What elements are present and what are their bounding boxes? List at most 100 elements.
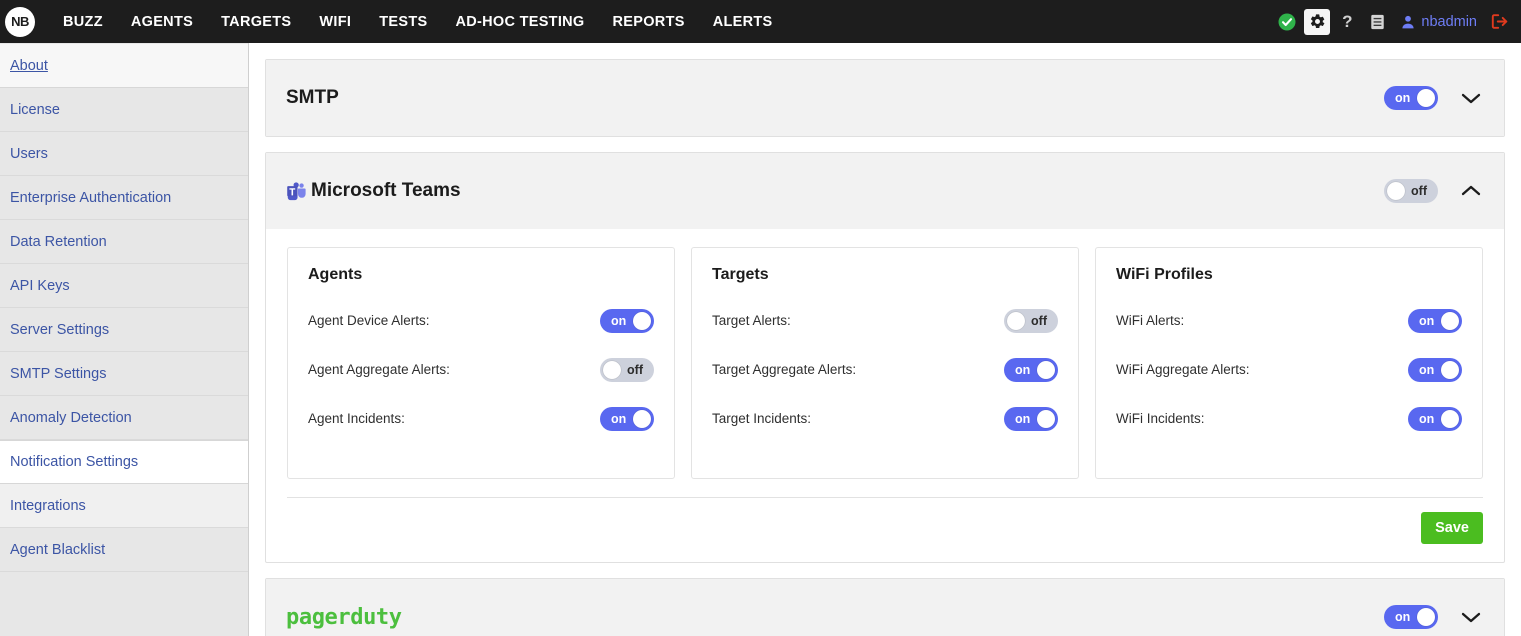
setting-row-wifi-alerts: WiFi Alerts: on bbox=[1116, 296, 1462, 345]
target-aggregate-alerts-toggle[interactable]: on bbox=[1004, 357, 1058, 382]
wifi-aggregate-alerts-toggle[interactable]: on bbox=[1408, 357, 1462, 382]
user-menu[interactable]: nbadmin bbox=[1394, 12, 1483, 32]
toggle-label: off bbox=[627, 362, 643, 377]
sidebar-item-label: Users bbox=[10, 145, 48, 162]
nav-links: BUZZ AGENTS TARGETS WIFI TESTS AD-HOC TE… bbox=[49, 2, 787, 42]
logout-icon[interactable] bbox=[1487, 9, 1513, 35]
nav-link-wifi[interactable]: WIFI bbox=[305, 2, 365, 42]
setting-row-target-aggregate-alerts: Target Aggregate Alerts: on bbox=[712, 345, 1058, 394]
agent-device-alerts-toggle[interactable]: on bbox=[600, 308, 654, 333]
sidebar-item-label: SMTP Settings bbox=[10, 365, 107, 382]
card-targets: Targets Target Alerts: off Target Aggreg… bbox=[691, 247, 1079, 479]
target-incidents-toggle[interactable]: on bbox=[1004, 406, 1058, 431]
teams-enable-toggle[interactable]: off bbox=[1384, 179, 1438, 203]
sidebar-item-enterprise-authentication[interactable]: Enterprise Authentication bbox=[0, 176, 248, 220]
panel-pagerduty-controls: on bbox=[1384, 605, 1482, 629]
status-check-icon[interactable] bbox=[1274, 9, 1300, 35]
sidebar-item-label: Data Retention bbox=[10, 233, 107, 250]
sidebar-item-integrations[interactable]: Integrations bbox=[0, 484, 248, 528]
agent-aggregate-alerts-toggle[interactable]: off bbox=[600, 357, 654, 382]
toggle-label: on bbox=[1015, 411, 1031, 426]
save-button[interactable]: Save bbox=[1421, 512, 1483, 544]
toggle-knob bbox=[603, 360, 621, 379]
sidebar-item-label: Integrations bbox=[10, 497, 86, 514]
smtp-enable-toggle[interactable]: on bbox=[1384, 86, 1438, 110]
setting-label: Target Aggregate Alerts: bbox=[712, 362, 857, 377]
smtp-enable-toggle-label: on bbox=[1395, 91, 1411, 105]
chevron-up-icon[interactable] bbox=[1460, 184, 1482, 198]
sidebar-item-label: Server Settings bbox=[10, 321, 110, 338]
pagerduty-logo: pagerduty bbox=[286, 604, 402, 630]
agent-incidents-toggle[interactable]: on bbox=[600, 406, 654, 431]
nav-link-ad-hoc-testing[interactable]: AD-HOC TESTING bbox=[441, 2, 598, 42]
panel-smtp-controls: on bbox=[1384, 86, 1482, 110]
sidebar-item-api-keys[interactable]: API Keys bbox=[0, 264, 248, 308]
sidebar-item-smtp-settings[interactable]: SMTP Settings bbox=[0, 352, 248, 396]
setting-label: WiFi Aggregate Alerts: bbox=[1116, 362, 1250, 377]
toggle-label: on bbox=[1419, 362, 1435, 377]
target-alerts-toggle[interactable]: off bbox=[1004, 308, 1058, 333]
pagerduty-enable-toggle[interactable]: on bbox=[1384, 605, 1438, 629]
setting-row-agent-incidents: Agent Incidents: on bbox=[308, 394, 654, 443]
sidebar-item-anomaly-detection[interactable]: Anomaly Detection bbox=[0, 396, 248, 440]
toggle-knob bbox=[1037, 409, 1055, 428]
toggle-label: on bbox=[1419, 313, 1435, 328]
setting-label: Target Incidents: bbox=[712, 411, 812, 426]
nav-link-agents[interactable]: AGENTS bbox=[117, 2, 207, 42]
panel-smtp-header[interactable]: SMTP on bbox=[266, 60, 1504, 136]
panel-pagerduty-header[interactable]: pagerduty on bbox=[266, 579, 1504, 636]
toggle-label: off bbox=[1031, 313, 1047, 328]
nav-link-buzz[interactable]: BUZZ bbox=[49, 2, 117, 42]
user-name: nbadmin bbox=[1421, 13, 1477, 30]
wifi-alerts-toggle[interactable]: on bbox=[1408, 308, 1462, 333]
teams-panel-footer: Save bbox=[266, 497, 1504, 562]
avatar-icon bbox=[1402, 15, 1414, 28]
sidebar-item-label: Anomaly Detection bbox=[10, 409, 132, 426]
toggle-knob bbox=[1387, 182, 1405, 200]
app-logo[interactable]: NB bbox=[5, 6, 35, 37]
sidebar-item-data-retention[interactable]: Data Retention bbox=[0, 220, 248, 264]
main-content: SMTP on Microsoft Teams off Agents Agent… bbox=[249, 43, 1521, 636]
save-row: Save bbox=[287, 512, 1483, 544]
sidebar-item-users[interactable]: Users bbox=[0, 132, 248, 176]
panel-pagerduty: pagerduty on bbox=[265, 578, 1505, 636]
toggle-knob bbox=[1417, 608, 1435, 626]
setting-label: Agent Aggregate Alerts: bbox=[308, 362, 450, 377]
panel-teams-title-group: Microsoft Teams bbox=[286, 180, 461, 202]
setting-label: Agent Incidents: bbox=[308, 411, 405, 426]
panel-microsoft-teams: Microsoft Teams off Agents Agent Device … bbox=[265, 152, 1505, 563]
card-wifi-profiles: WiFi Profiles WiFi Alerts: on WiFi Aggre… bbox=[1095, 247, 1483, 479]
sidebar-item-server-settings[interactable]: Server Settings bbox=[0, 308, 248, 352]
nav-link-alerts[interactable]: ALERTS bbox=[699, 2, 787, 42]
nav-link-tests[interactable]: TESTS bbox=[365, 2, 441, 42]
gear-icon[interactable] bbox=[1304, 8, 1331, 35]
sidebar-item-agent-blacklist[interactable]: Agent Blacklist bbox=[0, 528, 248, 572]
card-agents: Agents Agent Device Alerts: on Agent Agg… bbox=[287, 247, 675, 479]
toggle-knob bbox=[633, 311, 651, 330]
panel-teams-title: Microsoft Teams bbox=[311, 180, 461, 201]
toggle-label: on bbox=[611, 411, 627, 426]
panel-smtp-title: SMTP bbox=[286, 87, 339, 108]
docs-icon[interactable] bbox=[1364, 9, 1390, 35]
help-icon[interactable]: ? bbox=[1334, 9, 1360, 35]
setting-label: WiFi Incidents: bbox=[1116, 411, 1205, 426]
sidebar-item-about[interactable]: About bbox=[0, 44, 248, 88]
card-agents-title: Agents bbox=[308, 266, 363, 283]
chevron-down-icon[interactable] bbox=[1460, 610, 1482, 624]
sidebar-item-label: Notification Settings bbox=[10, 454, 139, 470]
setting-label: Agent Device Alerts: bbox=[308, 313, 430, 328]
nav-link-reports[interactable]: REPORTS bbox=[599, 2, 699, 42]
setting-row-agent-device-alerts: Agent Device Alerts: on bbox=[308, 296, 654, 345]
sidebar-item-label: API Keys bbox=[10, 277, 70, 294]
setting-row-wifi-incidents: WiFi Incidents: on bbox=[1116, 394, 1462, 443]
setting-label: Target Alerts: bbox=[712, 313, 791, 328]
app-logo-text: NB bbox=[11, 14, 29, 29]
toggle-knob bbox=[1417, 89, 1435, 107]
sidebar-item-notification-settings[interactable]: Notification Settings bbox=[0, 440, 248, 484]
panel-teams-header[interactable]: Microsoft Teams off bbox=[266, 153, 1504, 229]
sidebar-item-license[interactable]: License bbox=[0, 88, 248, 132]
chevron-down-icon[interactable] bbox=[1460, 91, 1482, 105]
toggle-knob bbox=[1441, 409, 1459, 428]
nav-link-targets[interactable]: TARGETS bbox=[207, 2, 305, 42]
wifi-incidents-toggle[interactable]: on bbox=[1408, 406, 1462, 431]
